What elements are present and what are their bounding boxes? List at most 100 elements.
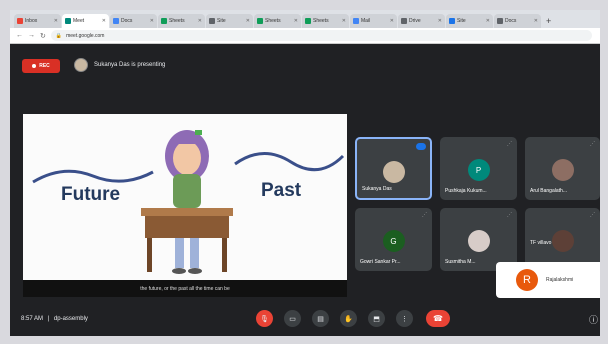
- tab-label: Sheets: [265, 18, 281, 24]
- recording-badge: REC: [22, 59, 60, 73]
- screen-frame: Inbox ✕ Meet ✕ Docs ✕ Sheets ✕ Site ✕ Sheets ✕…: [10, 10, 600, 336]
- tab-close-icon[interactable]: ✕: [198, 18, 202, 24]
- reload-icon[interactable]: ↻: [40, 32, 46, 40]
- tab-close-icon[interactable]: ✕: [390, 18, 394, 24]
- participant-avatar: [467, 230, 490, 252]
- url-input[interactable]: 🔒 meet.google.com: [50, 30, 592, 41]
- info-icon[interactable]: ⓘ: [589, 313, 598, 326]
- browser-tab[interactable]: Inbox ✕: [14, 14, 61, 28]
- participant-popup[interactable]: R Rajalakshmi: [496, 262, 600, 298]
- caption-text: the future, or the past all the time can…: [140, 285, 230, 292]
- participant-tile[interactable]: ⋰ Arul Bangalath...: [525, 137, 600, 200]
- presentation-screen: Future Past the future, or the past all …: [23, 114, 347, 297]
- tab-close-icon[interactable]: ✕: [534, 18, 538, 24]
- record-dot-icon: [32, 64, 37, 68]
- slide-word-past: Past: [261, 180, 302, 201]
- camera-toggle-button[interactable]: ▭: [284, 310, 301, 327]
- browser-tab[interactable]: Site ✕: [206, 14, 253, 28]
- browser-tab[interactable]: Sheets ✕: [254, 14, 301, 28]
- participant-name: Pushkaja Kukum...: [445, 188, 487, 194]
- popup-name: Rajalakshmi: [546, 277, 574, 283]
- desk-front: [145, 216, 229, 238]
- presenter-text: Sukanya Das is presenting: [94, 62, 166, 68]
- left-wave-line: [32, 169, 154, 184]
- end-call-button[interactable]: ☎: [426, 310, 450, 327]
- presenter-avatar: [74, 58, 88, 72]
- tab-favicon: [161, 18, 167, 24]
- tab-label: Docs: [505, 18, 517, 24]
- participant-avatar: [551, 230, 574, 252]
- tab-favicon: [401, 18, 407, 24]
- shirt-shape: [173, 174, 201, 208]
- back-icon[interactable]: ←: [16, 32, 23, 39]
- slide-word-future: Future: [61, 184, 121, 205]
- tab-close-icon[interactable]: ✕: [438, 18, 442, 24]
- more-options-button[interactable]: ⋮: [396, 310, 413, 327]
- browser-tab[interactable]: Site ✕: [446, 14, 493, 28]
- tab-label: Site: [217, 18, 226, 24]
- meeting-controls-bar: 8:57 AM | dp-assembly 🎙 ▭ ▤ ✋ ⬒ ⋮ ☎ ⓘ: [10, 305, 600, 336]
- new-tab-button[interactable]: +: [542, 14, 555, 28]
- lock-icon: 🔒: [55, 32, 63, 39]
- tab-label: Meet: [73, 18, 85, 24]
- mic-off-icon: ⋰: [422, 212, 427, 218]
- browser-tab-active[interactable]: Meet ✕: [62, 14, 109, 28]
- tab-favicon: [353, 18, 359, 24]
- tab-close-icon[interactable]: ✕: [246, 18, 250, 24]
- tab-close-icon[interactable]: ✕: [342, 18, 346, 24]
- meeting-details: 8:57 AM | dp-assembly: [21, 316, 88, 322]
- browser-tab[interactable]: Docs ✕: [110, 14, 157, 28]
- participant-tile[interactable]: Sukanya Das: [355, 137, 432, 200]
- mic-off-icon: ⋰: [507, 141, 512, 147]
- mic-toggle-button[interactable]: 🎙: [256, 310, 273, 327]
- browser-tab[interactable]: Docs ✕: [494, 14, 541, 28]
- captions-button[interactable]: ▤: [312, 310, 329, 327]
- participant-tile[interactable]: ⋰ G Gowri Sankar Pr...: [355, 208, 432, 271]
- tab-label: Inbox: [25, 18, 38, 24]
- participant-avatar: P: [467, 159, 490, 181]
- tab-favicon: [209, 18, 215, 24]
- browser-tab[interactable]: Drive ✕: [398, 14, 445, 28]
- url-text: meet.google.com: [66, 32, 105, 39]
- hair-clip: [195, 130, 202, 135]
- present-button[interactable]: ⬒: [368, 310, 385, 327]
- browser-tab[interactable]: Sheets ✕: [302, 14, 349, 28]
- tab-close-icon[interactable]: ✕: [150, 18, 154, 24]
- hand-icon: ✋: [344, 315, 353, 323]
- browser-tab[interactable]: Mail ✕: [350, 14, 397, 28]
- caption-bar: the future, or the past all the time can…: [23, 280, 347, 297]
- tab-favicon: [113, 18, 119, 24]
- hang-up-icon: ☎: [433, 314, 443, 323]
- participant-name: Susmitha M...: [445, 259, 476, 265]
- participant-name: TF villavo: [530, 240, 552, 246]
- avatar-initial: G: [390, 236, 397, 246]
- captions-icon: ▤: [317, 315, 324, 323]
- tab-favicon: [497, 18, 503, 24]
- avatar-initial: P: [475, 165, 482, 175]
- participant-tile[interactable]: ⋰ P Pushkaja Kukum...: [440, 137, 517, 200]
- participant-avatar: G: [382, 230, 405, 252]
- tab-label: Drive: [409, 18, 421, 24]
- more-vert-icon: ⋮: [401, 315, 408, 323]
- tab-close-icon[interactable]: ✕: [486, 18, 490, 24]
- tab-favicon: [305, 18, 311, 24]
- browser-tab[interactable]: Sheets ✕: [158, 14, 205, 28]
- participant-name: Gowri Sankar Pr...: [360, 259, 401, 265]
- address-bar-row: ← → ↻ 🔒 meet.google.com: [10, 28, 600, 44]
- raise-hand-button[interactable]: ✋: [340, 310, 357, 327]
- forward-icon[interactable]: →: [28, 32, 35, 39]
- tab-label: Sheets: [313, 18, 329, 24]
- tab-favicon: [449, 18, 455, 24]
- tab-close-icon[interactable]: ✕: [54, 18, 58, 24]
- tab-close-icon[interactable]: ✕: [294, 18, 298, 24]
- tab-close-icon[interactable]: ✕: [102, 18, 106, 24]
- browser-tab-strip: Inbox ✕ Meet ✕ Docs ✕ Sheets ✕ Site ✕ Sheets ✕…: [10, 10, 600, 28]
- participant-avatar: [551, 159, 574, 181]
- tab-label: Site: [457, 18, 466, 24]
- rec-label: REC: [39, 63, 50, 69]
- mic-off-icon: ⋰: [590, 141, 595, 147]
- participant-avatar: [382, 161, 405, 183]
- speaking-indicator-icon: [416, 143, 426, 150]
- face-shape: [173, 141, 201, 175]
- meet-header: REC Sukanya Das is presenting: [10, 44, 600, 110]
